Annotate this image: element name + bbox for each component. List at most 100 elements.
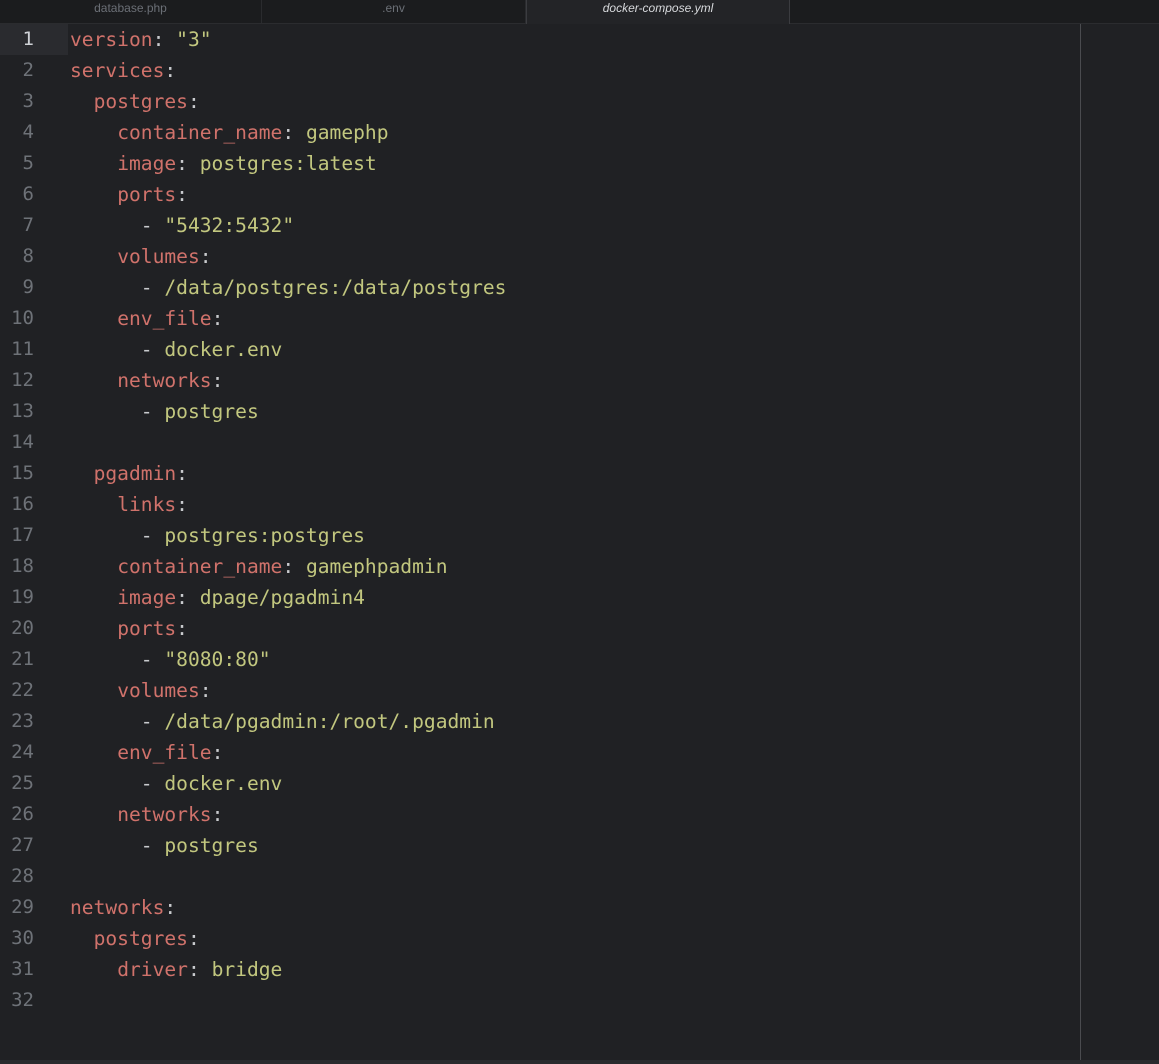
code-line[interactable]: volumes: — [70, 675, 211, 706]
line-number: 16 — [11, 493, 34, 515]
code-line[interactable]: - postgres — [70, 830, 259, 861]
code-line[interactable]: services: — [70, 55, 176, 86]
code-line[interactable]: env_file: — [70, 737, 223, 768]
tab-database-php[interactable]: database.php — [0, 0, 262, 23]
code-line[interactable]: container_name: gamephpadmin — [70, 551, 448, 582]
list-dash: - — [140, 834, 165, 857]
yaml-key: postgres — [93, 927, 188, 950]
yaml-key: container_name — [117, 555, 283, 578]
tab-env[interactable]: .env — [262, 0, 526, 23]
yaml-value: /data/pgadmin:/root/.pgadmin — [164, 710, 495, 733]
yaml-value: "3" — [176, 28, 212, 51]
list-dash: - — [140, 710, 165, 733]
code-line[interactable]: image: postgres:latest — [70, 148, 377, 179]
colon: : — [176, 183, 188, 206]
yaml-key: image — [117, 586, 177, 609]
code-line[interactable]: networks: — [70, 892, 176, 923]
line-number: 32 — [11, 989, 34, 1011]
list-dash: - — [140, 276, 165, 299]
code-line[interactable]: links: — [70, 489, 188, 520]
line-number-gutter[interactable]: 1 2 3 4 5 6 7 8 9 10 11 12 13 14 15 16 17 18 19 20 21 22 23 24 2… — [0, 24, 62, 1060]
list-dash: - — [140, 400, 165, 423]
line-number: 22 — [11, 679, 34, 701]
yaml-value: gamephpadmin — [305, 555, 448, 578]
line-number: 29 — [11, 896, 34, 918]
code-line[interactable]: image: dpage/pgadmin4 — [70, 582, 365, 613]
code-line[interactable]: volumes: — [70, 241, 212, 272]
line-number: 24 — [11, 741, 34, 763]
yaml-value: postgres:latest — [199, 152, 377, 175]
line-number: 30 — [11, 927, 34, 949]
code-line[interactable]: - docker.env — [70, 768, 283, 799]
code-line[interactable]: networks: — [70, 799, 223, 830]
list-dash: - — [140, 214, 165, 237]
colon: : — [164, 59, 177, 82]
code-line[interactable]: - "5432:5432" — [70, 210, 294, 241]
code-line[interactable]: - docker.env — [70, 334, 283, 365]
list-dash: - — [140, 524, 165, 547]
code-line[interactable]: - postgres:postgres — [70, 520, 365, 551]
list-dash: - — [140, 648, 165, 671]
code-line[interactable]: driver: bridge — [70, 954, 282, 985]
colon: : — [211, 369, 224, 392]
line-number: 23 — [11, 710, 34, 732]
code-line[interactable]: - postgres — [70, 396, 259, 427]
code-line[interactable]: - "8080:80" — [70, 644, 271, 675]
line-number: 13 — [11, 400, 34, 422]
code-line[interactable]: pgadmin: — [70, 458, 188, 489]
yaml-key: networks — [70, 896, 165, 919]
colon: : — [199, 245, 212, 268]
code-line[interactable]: networks: — [70, 365, 223, 396]
colon: : — [282, 555, 306, 578]
tab-label: database.php — [94, 1, 167, 15]
yaml-key: version — [70, 28, 153, 51]
colon: : — [211, 803, 224, 826]
colon: : — [211, 741, 224, 764]
code-line[interactable]: postgres: — [70, 86, 200, 117]
yaml-value: postgres — [164, 834, 259, 857]
yaml-key: postgres — [93, 90, 188, 113]
code-line[interactable]: ports: — [70, 179, 188, 210]
code-line[interactable]: version: "3" — [70, 24, 212, 55]
line-number: 4 — [22, 121, 34, 143]
code-line[interactable]: - /data/postgres:/data/postgres — [70, 272, 507, 303]
line-number: 10 — [11, 307, 34, 329]
yaml-value: postgres — [164, 400, 259, 423]
code-line[interactable]: container_name: gamephp — [70, 117, 388, 148]
line-number: 18 — [11, 555, 34, 577]
line-number: 12 — [11, 369, 34, 391]
yaml-key: image — [117, 152, 177, 175]
colon: : — [152, 28, 177, 51]
code-line[interactable]: - /data/pgadmin:/root/.pgadmin — [70, 706, 495, 737]
line-number: 15 — [11, 462, 34, 484]
list-dash: - — [140, 338, 165, 361]
code-line[interactable]: env_file: — [70, 303, 223, 334]
line-number: 28 — [11, 865, 34, 887]
code-editor[interactable]: 1 2 3 4 5 6 7 8 9 10 11 12 13 14 15 16 17 18 19 20 21 22 23 24 2… — [0, 24, 1159, 1060]
colon: : — [176, 493, 188, 516]
colon: : — [211, 307, 224, 330]
yaml-key: volumes — [117, 245, 200, 268]
code-line[interactable]: ports: — [70, 613, 188, 644]
yaml-key: container_name — [117, 121, 283, 144]
code-line[interactable]: postgres: — [70, 923, 200, 954]
yaml-key: networks — [117, 369, 212, 392]
tab-docker-compose-yml[interactable]: docker-compose.yml — [526, 0, 790, 24]
line-number: 26 — [11, 803, 34, 825]
